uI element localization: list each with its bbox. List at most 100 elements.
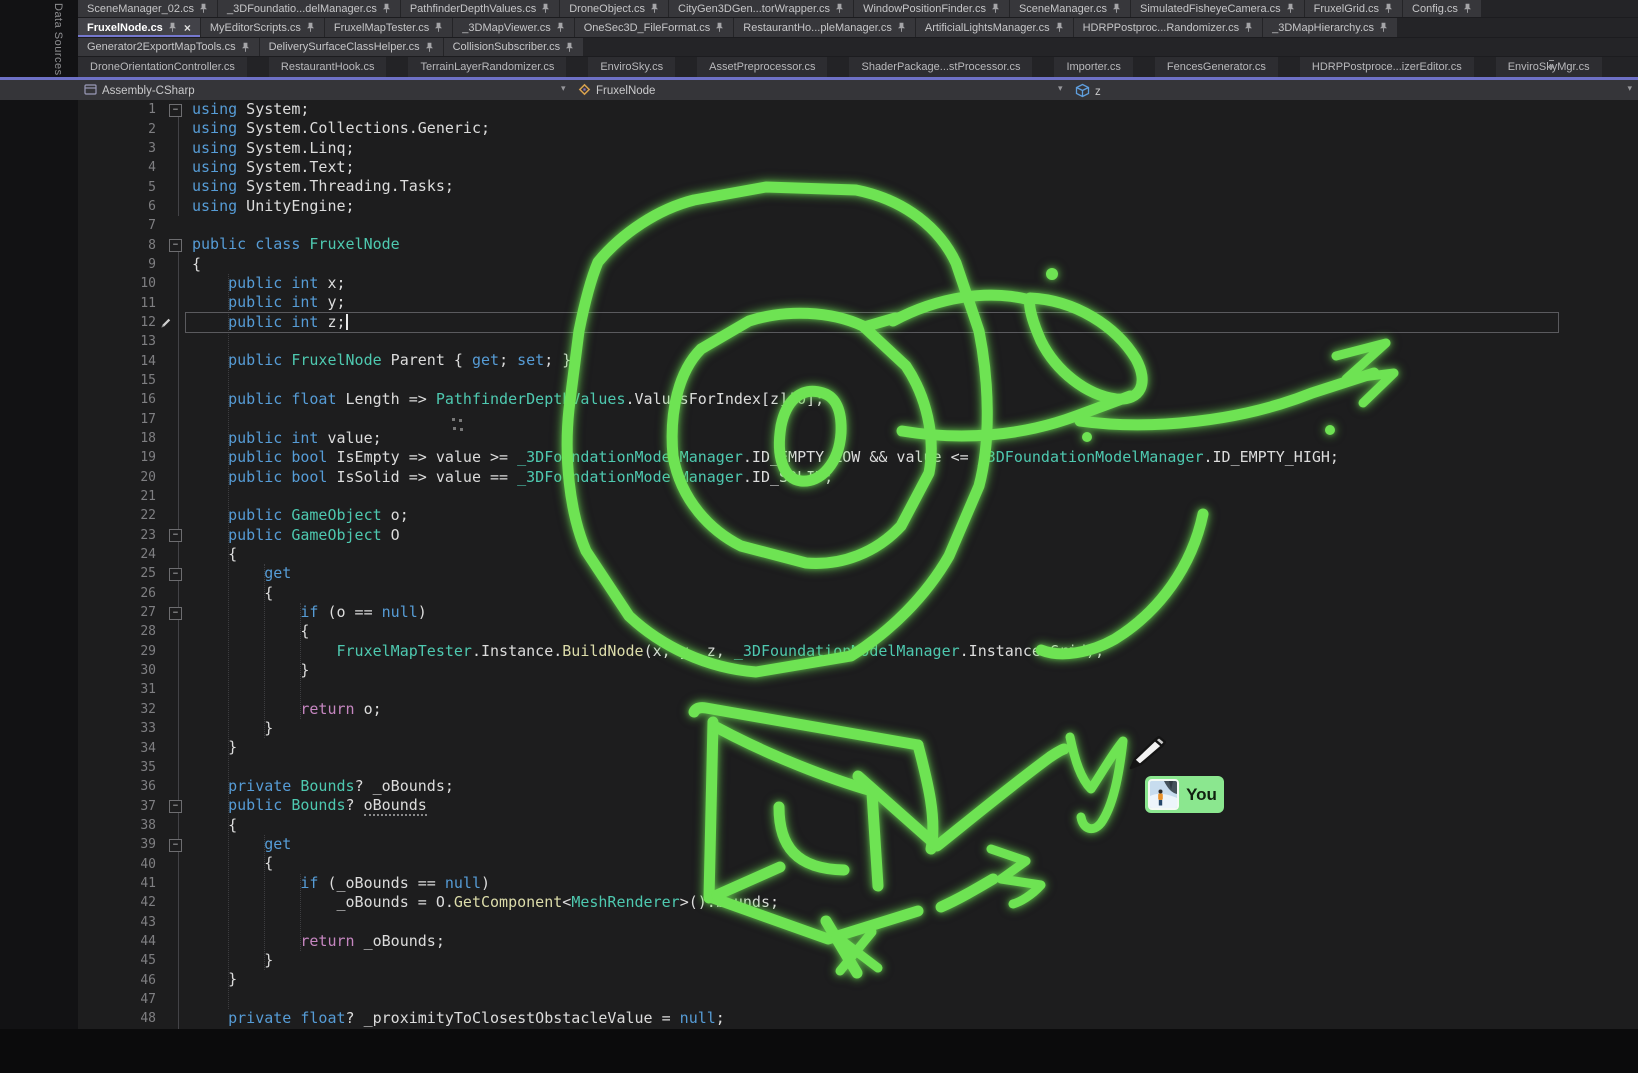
fold-marker[interactable]: − <box>169 239 182 252</box>
tab-ShaderPackage...stProcessor.cs[interactable]: ShaderPackage...stProcessor.cs <box>849 57 1032 77</box>
pin-icon[interactable] <box>1112 3 1121 14</box>
pin-icon[interactable] <box>1286 3 1295 14</box>
tab-RestaurantHook.cs[interactable]: RestaurantHook.cs <box>269 57 387 77</box>
fold-marker[interactable]: − <box>169 839 182 852</box>
code-line-29[interactable]: 29 FruxelMapTester.Instance.BuildNode(x,… <box>78 642 1638 661</box>
pin-icon[interactable] <box>382 3 391 14</box>
code-line-8[interactable]: 8−public class FruxelNode <box>78 235 1638 254</box>
pin-icon[interactable] <box>715 22 724 33</box>
pin-icon[interactable] <box>1379 22 1388 33</box>
tab-TerrainLayerRandomizer.cs[interactable]: TerrainLayerRandomizer.cs <box>408 57 566 77</box>
tab-RestaurantHo...pleManager.cs[interactable]: RestaurantHo...pleManager.cs <box>734 18 915 37</box>
pin-icon[interactable] <box>306 22 315 33</box>
code-line-28[interactable]: 28 { <box>78 622 1638 641</box>
chevron-down-icon[interactable]: ▾ <box>1627 83 1632 94</box>
code-area[interactable]: 1−using System;2using System.Collections… <box>78 100 1638 1029</box>
code-line-12[interactable]: 12 public int z; <box>78 313 1638 332</box>
tab-DroneOrientationController.cs[interactable]: DroneOrientationController.cs <box>78 57 247 77</box>
code-line-1[interactable]: 1−using System; <box>78 100 1638 119</box>
pin-icon[interactable] <box>241 42 250 53</box>
code-line-42[interactable]: 42 _oBounds = O.GetComponent<MeshRendere… <box>78 893 1638 912</box>
pin-icon[interactable] <box>991 3 1000 14</box>
tab-AssetPreprocessor.cs[interactable]: AssetPreprocessor.cs <box>697 57 827 77</box>
tab-HDRPPostproc...Randomizer.cs[interactable]: HDRPPostproc...Randomizer.cs <box>1074 18 1263 37</box>
tab-SceneManager_02.cs[interactable]: SceneManager_02.cs <box>78 0 217 17</box>
code-line-5[interactable]: 5using System.Threading.Tasks; <box>78 177 1638 196</box>
tab-OneSec3D_FileFormat.cs[interactable]: OneSec3D_FileFormat.cs <box>575 18 734 37</box>
code-line-18[interactable]: 18 public int value; <box>78 429 1638 448</box>
code-line-36[interactable]: 36 private Bounds? _oBounds; <box>78 777 1638 796</box>
pin-icon[interactable] <box>835 3 844 14</box>
pin-icon[interactable] <box>1463 3 1472 14</box>
member-dropdown[interactable]: z <box>1075 83 1101 101</box>
code-line-38[interactable]: 38 { <box>78 816 1638 835</box>
pin-icon[interactable] <box>897 22 906 33</box>
pin-icon[interactable] <box>650 3 659 14</box>
tab-CollisionSubscriber.cs[interactable]: CollisionSubscriber.cs <box>444 38 584 56</box>
code-line-44[interactable]: 44 return _oBounds; <box>78 932 1638 951</box>
code-line-45[interactable]: 45 } <box>78 951 1638 970</box>
code-line-19[interactable]: 19 public bool IsEmpty => value >= _3DFo… <box>78 448 1638 467</box>
pin-icon[interactable] <box>1055 22 1064 33</box>
fold-marker[interactable]: − <box>169 529 182 542</box>
code-line-27[interactable]: 27− if (o == null) <box>78 603 1638 622</box>
code-line-25[interactable]: 25− get <box>78 564 1638 583</box>
pin-icon[interactable] <box>1384 3 1393 14</box>
tab-WindowPositionFinder.cs[interactable]: WindowPositionFinder.cs <box>854 0 1009 17</box>
code-line-3[interactable]: 3using System.Linq; <box>78 139 1638 158</box>
fold-marker[interactable]: − <box>169 104 182 117</box>
tab-Generator2ExportMapTools.cs[interactable]: Generator2ExportMapTools.cs <box>78 38 259 56</box>
chevron-down-icon[interactable]: ▾ <box>1058 83 1063 94</box>
code-line-17[interactable]: 17 <box>78 410 1638 429</box>
tab-ArtificialLightsManager.cs[interactable]: ArtificialLightsManager.cs <box>916 18 1073 37</box>
pin-icon[interactable] <box>425 42 434 53</box>
code-line-10[interactable]: 10 public int x; <box>78 274 1638 293</box>
tab-MyEditorScripts.cs[interactable]: MyEditorScripts.cs <box>201 18 324 37</box>
code-line-39[interactable]: 39− get <box>78 835 1638 854</box>
tab-_3DMapHierarchy.cs[interactable]: _3DMapHierarchy.cs <box>1263 18 1397 37</box>
project-dropdown[interactable]: Assembly-CSharp <box>84 83 195 99</box>
code-line-31[interactable]: 31 <box>78 680 1638 699</box>
pin-icon[interactable] <box>199 3 208 14</box>
data-sources-tab[interactable]: Data Sources <box>52 3 64 76</box>
code-line-11[interactable]: 11 public int y; <box>78 293 1638 312</box>
code-line-15[interactable]: 15 <box>78 371 1638 390</box>
tab-Config.cs[interactable]: Config.cs <box>1403 0 1481 17</box>
code-line-24[interactable]: 24 { <box>78 545 1638 564</box>
tab-SceneManager.cs[interactable]: SceneManager.cs <box>1010 0 1130 17</box>
code-editor[interactable]: 1−using System;2using System.Collections… <box>78 100 1638 1029</box>
code-line-48[interactable]: 48 private float? _proximityToClosestObs… <box>78 1009 1638 1028</box>
code-line-6[interactable]: 6using UnityEngine; <box>78 197 1638 216</box>
tab-FruxelGrid.cs[interactable]: FruxelGrid.cs <box>1305 0 1402 17</box>
code-line-41[interactable]: 41 if (_oBounds == null) <box>78 874 1638 893</box>
pin-icon[interactable] <box>434 22 443 33</box>
pin-icon[interactable] <box>556 22 565 33</box>
tab-DroneObject.cs[interactable]: DroneObject.cs <box>560 0 668 17</box>
code-line-9[interactable]: 9{ <box>78 255 1638 274</box>
code-line-32[interactable]: 32 return o; <box>78 700 1638 719</box>
code-line-14[interactable]: 14 public FruxelNode Parent { get; set; … <box>78 351 1638 370</box>
code-line-13[interactable]: 13 <box>78 332 1638 351</box>
tab-PathfinderDepthValues.cs[interactable]: PathfinderDepthValues.cs <box>401 0 559 17</box>
code-line-20[interactable]: 20 public bool IsSolid => value == _3DFo… <box>78 468 1638 487</box>
code-line-16[interactable]: 16 public float Length => PathfinderDept… <box>78 390 1638 409</box>
code-line-46[interactable]: 46 } <box>78 970 1638 989</box>
code-line-22[interactable]: 22 public GameObject o; <box>78 506 1638 525</box>
tab-_3DFoundatio...delManager.cs[interactable]: _3DFoundatio...delManager.cs <box>218 0 400 17</box>
code-line-37[interactable]: 37− public Bounds? oBounds <box>78 796 1638 815</box>
code-line-4[interactable]: 4using System.Text; <box>78 158 1638 177</box>
fold-marker[interactable]: − <box>169 800 182 813</box>
code-line-21[interactable]: 21 <box>78 487 1638 506</box>
code-line-35[interactable]: 35 <box>78 758 1638 777</box>
code-line-47[interactable]: 47 <box>78 990 1638 1009</box>
code-line-33[interactable]: 33 } <box>78 719 1638 738</box>
pin-icon[interactable] <box>541 3 550 14</box>
code-line-23[interactable]: 23− public GameObject O <box>78 526 1638 545</box>
code-line-2[interactable]: 2using System.Collections.Generic; <box>78 119 1638 138</box>
code-line-43[interactable]: 43 <box>78 912 1638 931</box>
fold-marker[interactable]: − <box>169 568 182 581</box>
tab-FruxelNode.cs[interactable]: FruxelNode.cs× <box>78 18 200 37</box>
tab-HDRPPostproce...izerEditor.cs[interactable]: HDRPPostproce...izerEditor.cs <box>1300 57 1474 77</box>
fold-marker[interactable]: − <box>169 607 182 620</box>
tab-SimulatedFisheyeCamera.cs[interactable]: SimulatedFisheyeCamera.cs <box>1131 0 1304 17</box>
